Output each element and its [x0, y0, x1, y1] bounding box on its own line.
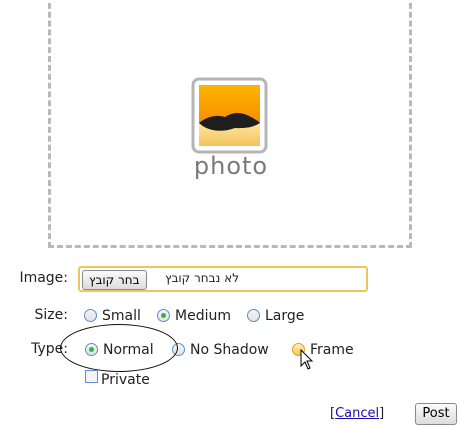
cancel-wrapper: [Cancel] [330, 406, 384, 421]
size-medium-label[interactable]: Medium [175, 308, 231, 324]
size-large-label[interactable]: Large [265, 308, 304, 324]
image-label: Image: [19, 270, 68, 286]
cancel-bracket-close: ] [379, 406, 385, 421]
type-no-shadow-label[interactable]: No Shadow [190, 342, 269, 358]
photo-icon [191, 77, 268, 154]
choose-file-button[interactable]: בחר קובץ [82, 270, 147, 290]
size-label: Size: [34, 307, 68, 323]
size-large-radio[interactable] [247, 309, 260, 322]
size-small-radio[interactable] [84, 309, 97, 322]
private-checkbox[interactable] [85, 370, 98, 383]
photo-caption: photo [193, 152, 269, 180]
highlight-ellipse [60, 324, 178, 372]
post-button[interactable]: Post [415, 403, 457, 425]
private-label[interactable]: Private [101, 372, 150, 388]
size-medium-radio[interactable] [157, 309, 170, 322]
mouse-cursor-icon [300, 349, 314, 370]
file-status-text: לא נבחר קובץ [165, 271, 240, 285]
cancel-link[interactable]: Cancel [335, 406, 379, 421]
type-label: Type: [31, 341, 68, 357]
size-small-label[interactable]: Small [102, 308, 141, 324]
type-frame-label[interactable]: Frame [310, 342, 354, 358]
